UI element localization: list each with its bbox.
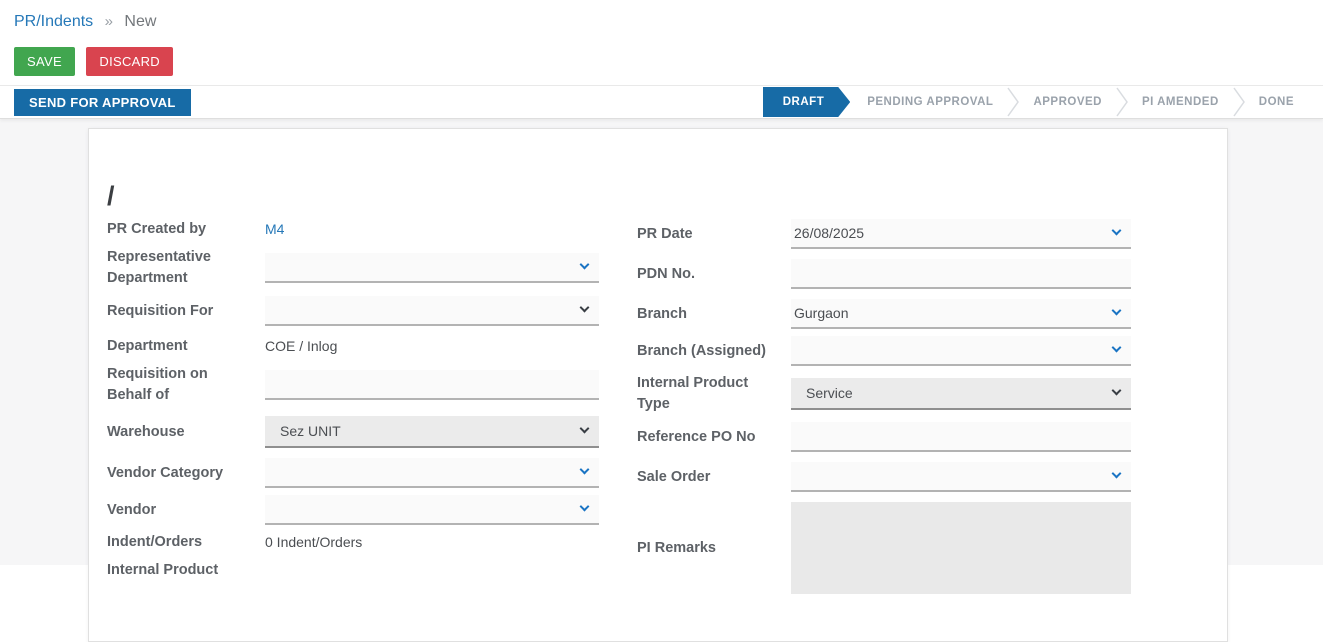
field-pi-remarks: PI Remarks bbox=[637, 502, 1131, 594]
representative-department-dropdown[interactable] bbox=[265, 253, 599, 283]
chevron-down-icon bbox=[579, 302, 590, 313]
field-indent-orders: Indent/Orders 0 Indent/Orders bbox=[107, 532, 599, 553]
field-label: Representative Department bbox=[107, 249, 211, 286]
field-pr-date: PR Date 26/08/2025 bbox=[637, 219, 1131, 249]
pi-remarks-textarea[interactable] bbox=[791, 502, 1131, 594]
department-value: COE / Inlog bbox=[265, 338, 338, 354]
save-button[interactable]: SAVE bbox=[14, 47, 75, 76]
field-label: PR Date bbox=[637, 225, 693, 242]
form-right-column: PR Date 26/08/2025 PDN No. Branch Gurgao… bbox=[637, 219, 1131, 601]
field-internal-product-type: Internal Product Type Service bbox=[637, 373, 1131, 415]
toolbar: SAVE DISCARD bbox=[0, 38, 1323, 85]
breadcrumb: PR/Indents » New bbox=[0, 0, 1323, 38]
record-title: / bbox=[107, 181, 115, 211]
field-label: PR Created by bbox=[107, 221, 207, 237]
chevron-down-icon bbox=[579, 259, 590, 270]
chevron-down-icon bbox=[1111, 305, 1122, 316]
content-area: / PR Created by M4 Representative Depart… bbox=[0, 119, 1323, 642]
chevron-down-icon bbox=[579, 501, 590, 512]
field-internal-product: Internal Product bbox=[107, 560, 599, 581]
field-sale-order: Sale Order bbox=[637, 462, 1131, 492]
field-label: Warehouse bbox=[107, 423, 185, 440]
discard-button[interactable]: DISCARD bbox=[86, 47, 173, 76]
field-label: PI Remarks bbox=[637, 539, 716, 556]
chevron-down-icon bbox=[579, 464, 590, 475]
pr-date-picker[interactable]: 26/08/2025 bbox=[791, 219, 1131, 249]
field-reference-po-no: Reference PO No bbox=[637, 422, 1131, 452]
field-label: Requisition For bbox=[107, 302, 214, 319]
chevron-down-icon bbox=[1111, 225, 1122, 236]
indent-orders-count: 0 Indent/Orders bbox=[265, 534, 363, 550]
chevron-down-icon bbox=[1111, 385, 1122, 396]
field-label: Reference PO No bbox=[637, 428, 756, 445]
chevron-down-icon bbox=[1111, 342, 1122, 353]
branch-dropdown[interactable]: Gurgaon bbox=[791, 299, 1131, 329]
vendor-category-dropdown[interactable] bbox=[265, 458, 599, 488]
field-requisition-for: Requisition For bbox=[107, 296, 599, 326]
field-branch: Branch Gurgaon bbox=[637, 299, 1131, 329]
warehouse-select[interactable]: Sez UNIT bbox=[265, 416, 599, 448]
branch-assigned-dropdown[interactable] bbox=[791, 336, 1131, 366]
field-label: Requisition on Behalf of bbox=[107, 366, 208, 403]
send-for-approval-button[interactable]: SEND FOR APPROVAL bbox=[14, 88, 191, 116]
requisition-for-select[interactable] bbox=[265, 296, 599, 326]
field-vendor-category: Vendor Category bbox=[107, 458, 599, 488]
field-label: Vendor bbox=[107, 501, 157, 518]
breadcrumb-separator: » bbox=[104, 13, 113, 30]
field-vendor: Vendor bbox=[107, 495, 599, 525]
statusbar: DRAFT PENDING APPROVAL APPROVED PI AMEND… bbox=[763, 86, 1311, 118]
field-label: Branch bbox=[637, 305, 687, 322]
form: PR Created by M4 Representative Departme… bbox=[107, 219, 1179, 601]
field-label: Branch (Assigned) bbox=[637, 342, 766, 359]
field-label: PDN No. bbox=[637, 265, 695, 282]
status-step-done[interactable]: DONE bbox=[1242, 96, 1311, 108]
form-sheet: / PR Created by M4 Representative Depart… bbox=[88, 128, 1228, 642]
status-step-pending-approval[interactable]: PENDING APPROVAL bbox=[850, 96, 1010, 108]
status-step-draft[interactable]: DRAFT bbox=[763, 87, 850, 117]
field-label: Indent/Orders bbox=[107, 534, 203, 550]
field-pr-created-by: PR Created by M4 bbox=[107, 219, 599, 240]
chevron-down-icon bbox=[1111, 468, 1122, 479]
field-pdn-no: PDN No. bbox=[637, 259, 1131, 289]
field-department: Department COE / Inlog bbox=[107, 336, 599, 357]
internal-product-type-select[interactable]: Service bbox=[791, 378, 1131, 410]
status-step-approved[interactable]: APPROVED bbox=[1016, 96, 1119, 108]
internal-product-value bbox=[265, 560, 599, 562]
pdn-no-input[interactable] bbox=[791, 259, 1131, 289]
status-step-pi-amended[interactable]: PI AMENDED bbox=[1125, 96, 1236, 108]
action-status-row: SEND FOR APPROVAL DRAFT PENDING APPROVAL… bbox=[0, 85, 1323, 119]
field-warehouse: Warehouse Sez UNIT bbox=[107, 416, 599, 448]
field-label: Sale Order bbox=[637, 468, 711, 485]
vendor-dropdown[interactable] bbox=[265, 495, 599, 525]
field-branch-assigned: Branch (Assigned) bbox=[637, 336, 1131, 366]
field-label: Internal Product Type bbox=[637, 375, 749, 412]
field-label: Department bbox=[107, 338, 188, 354]
breadcrumb-current: New bbox=[124, 13, 157, 30]
form-left-column: PR Created by M4 Representative Departme… bbox=[107, 219, 599, 601]
sale-order-dropdown[interactable] bbox=[791, 462, 1131, 492]
field-representative-department: Representative Department bbox=[107, 247, 599, 289]
pr-created-by-value[interactable]: M4 bbox=[265, 219, 599, 237]
field-label: Internal Product bbox=[107, 562, 219, 578]
chevron-down-icon bbox=[579, 423, 590, 434]
requisition-on-behalf-of-input[interactable] bbox=[265, 370, 599, 400]
breadcrumb-root-link[interactable]: PR/Indents bbox=[14, 13, 93, 30]
reference-po-no-input[interactable] bbox=[791, 422, 1131, 452]
field-label: Vendor Category bbox=[107, 464, 224, 481]
field-requisition-on-behalf-of: Requisition on Behalf of bbox=[107, 364, 599, 406]
